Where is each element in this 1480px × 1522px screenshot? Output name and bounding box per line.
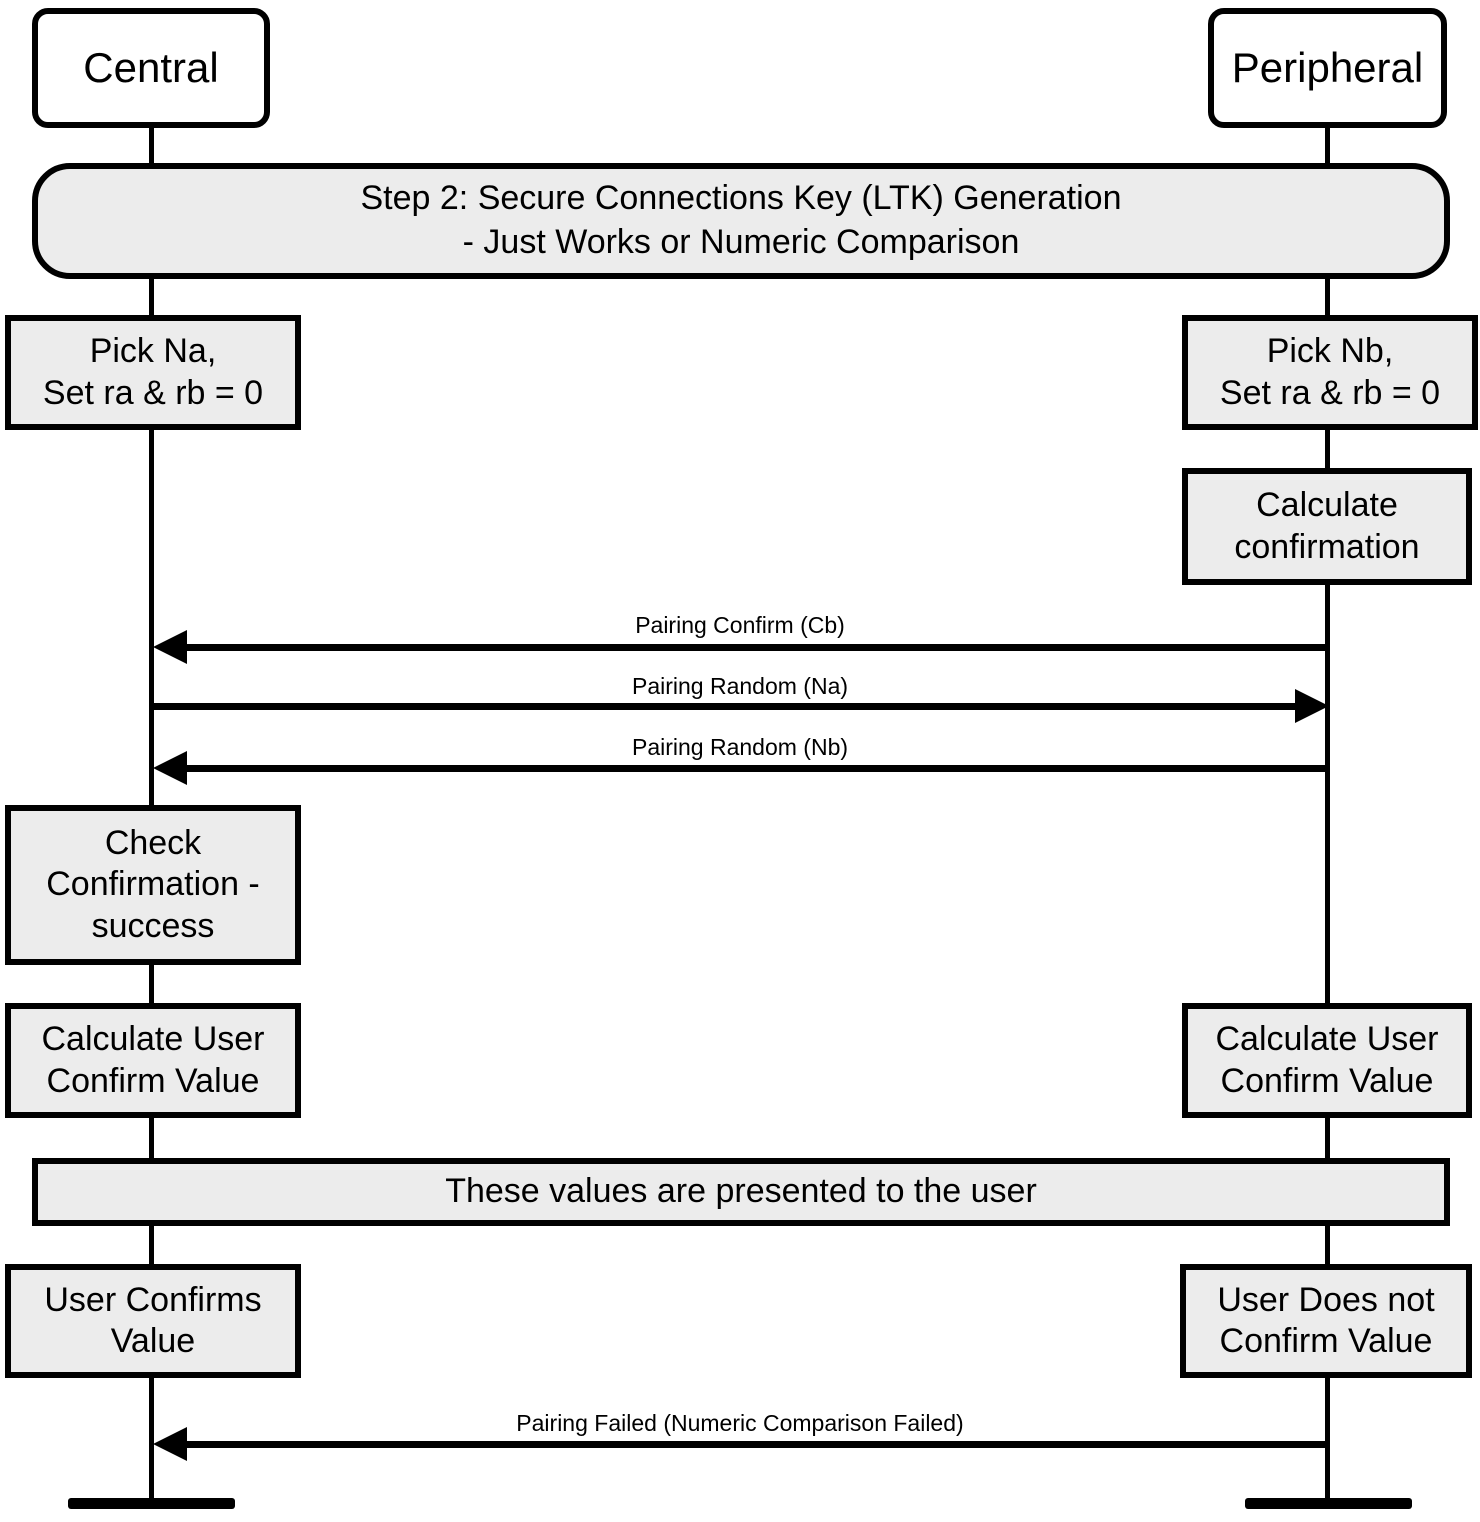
banner-presented-to-user: These values are presented to the user (32, 1158, 1450, 1226)
message-arrowhead-0 (153, 630, 187, 664)
action-user-does-not-confirm-value[interactable]: User Does not Confirm Value (1180, 1264, 1472, 1378)
message-line-3 (170, 1441, 1328, 1448)
action-calc-user-confirm-central[interactable]: Calculate User Confirm Value (5, 1003, 301, 1118)
message-arrowhead-2 (153, 751, 187, 785)
action-user-confirms-value-line1: User Confirms (44, 1280, 262, 1319)
action-calc-user-confirm-central-line1: Calculate User (41, 1020, 265, 1059)
message-line-1 (152, 703, 1310, 710)
action-user-confirms-value[interactable]: User Confirms Value (5, 1264, 301, 1378)
action-check-confirmation[interactable]: Check Confirmation - success (5, 805, 301, 965)
action-user-confirms-value-line2: Value (110, 1322, 196, 1360)
action-calc-user-confirm-central-line2: Confirm Value (46, 1061, 260, 1100)
message-line-0 (170, 644, 1328, 651)
message-label-2: Pairing Random (Nb) (631, 734, 849, 760)
action-check-confirmation-line3: success (91, 906, 215, 945)
banner-step2: Step 2: Secure Connections Key (LTK) Gen… (32, 163, 1450, 279)
action-user-does-not-confirm-value-line1: User Does not (1217, 1280, 1435, 1319)
message-label-1: Pairing Random (Na) (631, 673, 849, 699)
message-label-3: Pairing Failed (Numeric Comparison Faile… (516, 1410, 964, 1436)
actor-central[interactable]: Central (32, 8, 270, 128)
actor-peripheral[interactable]: Peripheral (1208, 8, 1447, 128)
action-check-confirmation-line1: Check (104, 823, 202, 862)
message-arrowhead-1 (1295, 689, 1329, 723)
terminator-peripheral (1245, 1498, 1412, 1509)
action-calc-user-confirm-peripheral-line1: Calculate User (1215, 1020, 1439, 1059)
banner-presented-to-user-label: These values are presented to the user (445, 1172, 1037, 1211)
action-pick-nb[interactable]: Pick Nb, Set ra & rb = 0 (1182, 315, 1478, 430)
action-pick-na[interactable]: Pick Na, Set ra & rb = 0 (5, 315, 301, 430)
action-pick-nb-line2: Set ra & rb = 0 (1219, 373, 1441, 412)
action-calc-user-confirm-peripheral[interactable]: Calculate User Confirm Value (1182, 1003, 1472, 1118)
banner-step2-line2: - Just Works or Numeric Comparison (462, 223, 1020, 261)
message-arrowhead-3 (153, 1427, 187, 1461)
banner-step2-line1: Step 2: Secure Connections Key (LTK) Gen… (360, 179, 1122, 218)
action-calc-user-confirm-peripheral-line2: Confirm Value (1220, 1061, 1434, 1100)
action-calculate-confirmation-line2: confirmation (1234, 527, 1420, 566)
message-label-0: Pairing Confirm (Cb) (635, 612, 845, 638)
message-line-2 (170, 765, 1328, 772)
sequence-diagram: Central Peripheral Step 2: Secure Connec… (0, 0, 1480, 1522)
action-check-confirmation-line2: Confirmation - (46, 865, 260, 904)
action-pick-nb-line1: Pick Nb, (1266, 332, 1394, 371)
actor-peripheral-label: Peripheral (1231, 44, 1424, 91)
action-pick-na-line2: Set ra & rb = 0 (42, 373, 264, 412)
actor-central-label: Central (83, 44, 219, 91)
terminator-central (68, 1498, 235, 1509)
action-pick-na-line1: Pick Na, (89, 332, 217, 371)
action-calculate-confirmation[interactable]: Calculate confirmation (1182, 468, 1472, 585)
action-user-does-not-confirm-value-line2: Confirm Value (1219, 1322, 1433, 1360)
action-calculate-confirmation-line1: Calculate (1256, 486, 1398, 525)
